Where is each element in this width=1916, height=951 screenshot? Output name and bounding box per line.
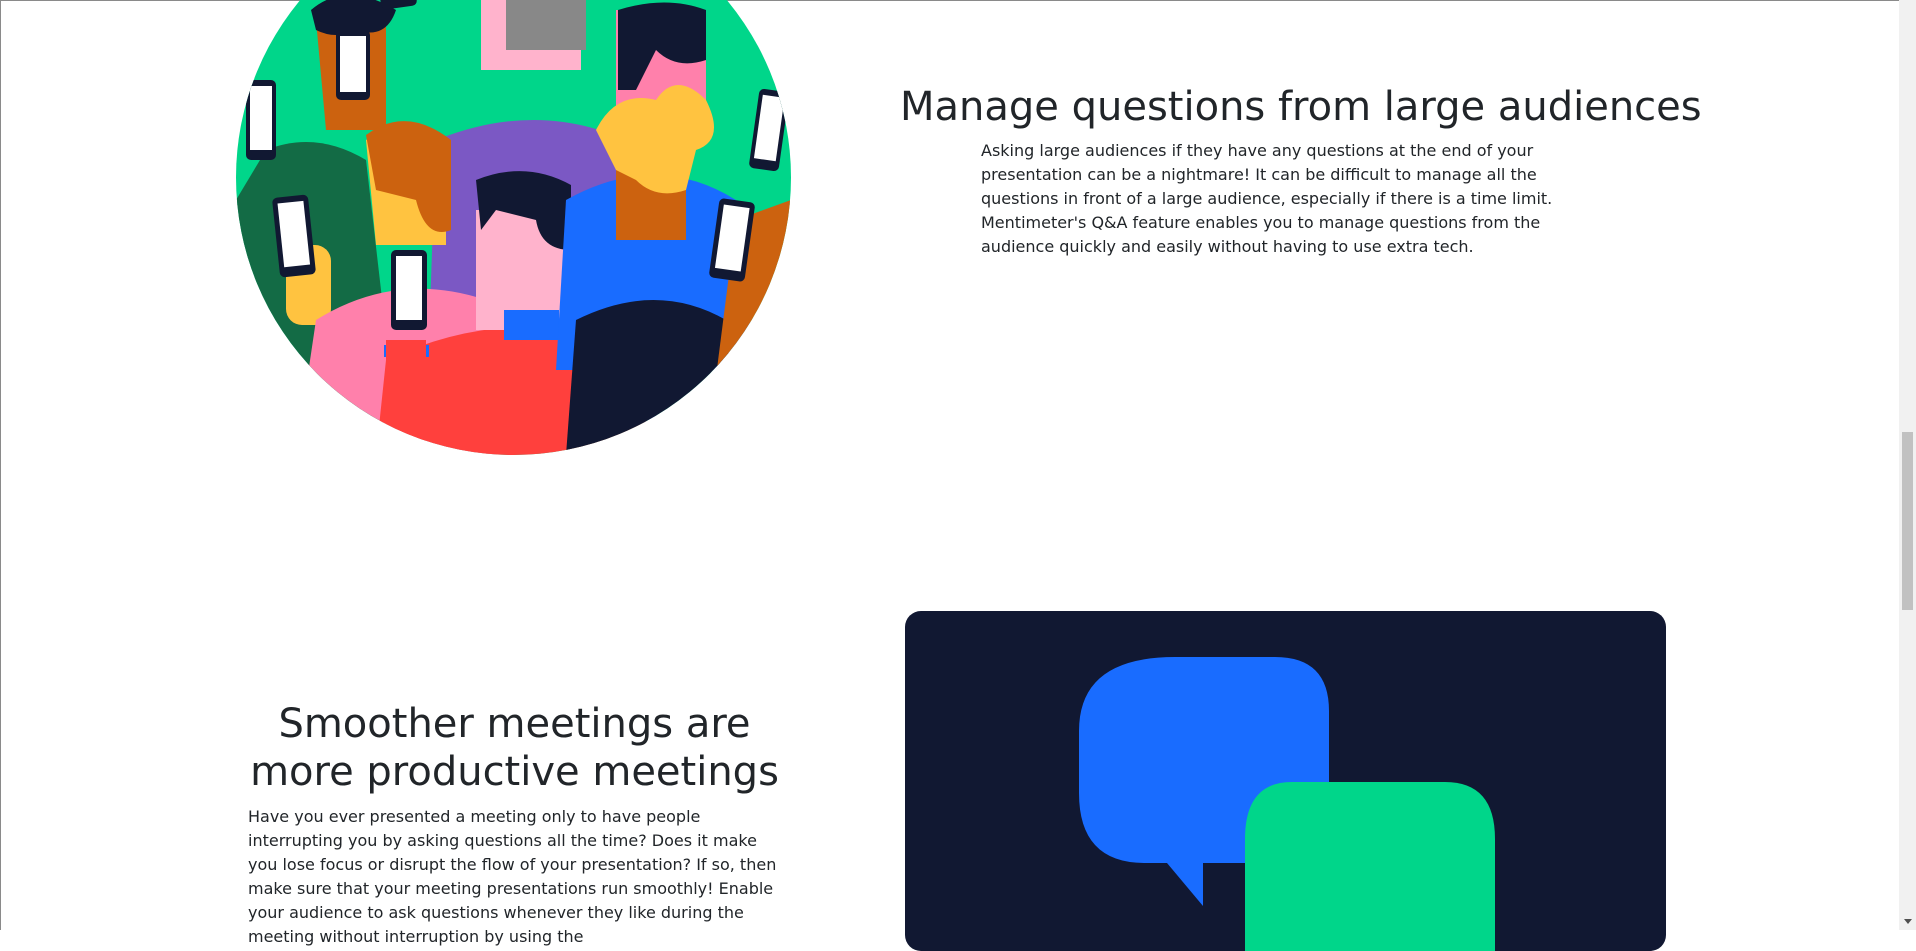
section-title-large-audiences: Manage questions from large audiences xyxy=(900,84,1702,130)
chat-bubbles-icon xyxy=(1079,657,1495,951)
audience-illustration xyxy=(236,0,791,455)
section-title-smoother-meetings: Smoother meetings are more productive me… xyxy=(250,701,779,795)
chevron-down-icon[interactable] xyxy=(1899,913,1916,930)
scrollbar-thumb[interactable] xyxy=(1902,432,1913,610)
section-text-smoother-meetings: Have you ever presented a meeting only t… xyxy=(248,807,777,946)
window-frame-left xyxy=(0,0,1,930)
audience-with-phones-icon xyxy=(236,0,791,455)
chat-illustration-card xyxy=(905,611,1666,951)
section-text-large-audiences: Asking large audiences if they have any … xyxy=(981,141,1553,256)
window-frame-top xyxy=(0,0,1916,1)
page-scrollbar[interactable] xyxy=(1899,0,1916,930)
